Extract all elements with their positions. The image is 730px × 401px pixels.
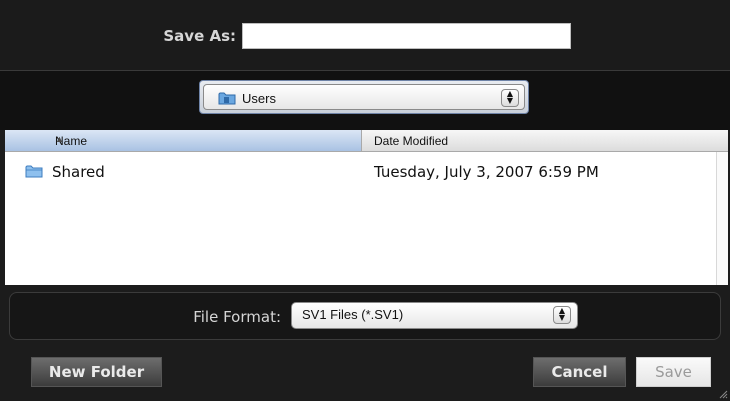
file-date-modified: Tuesday, July 3, 2007 6:59 PM [374,163,599,181]
column-header-name[interactable]: Name ▲ [5,130,362,152]
folder-icon [218,92,236,105]
file-format-popup[interactable]: SV1 Files (*.SV1) ▲ ▼ [291,302,578,329]
location-popup-field[interactable]: Users ▲ ▼ [203,84,525,110]
filename-input[interactable] [242,23,571,49]
file-format-label: File Format: [193,308,281,326]
column-header-date-modified[interactable]: Date Modified [362,130,716,152]
cancel-button[interactable]: Cancel [533,357,626,387]
location-label: Users [242,91,276,106]
file-browser: Name ▲ Date Modified Shared Tuesday, Jul… [5,130,728,285]
sort-ascending-icon: ▲ [55,134,64,144]
popup-stepper-icon: ▲ ▼ [501,89,519,107]
file-row[interactable]: Shared Tuesday, July 3, 2007 6:59 PM [5,160,728,184]
file-format-panel: File Format: SV1 Files (*.SV1) ▲ ▼ [9,292,721,340]
column-header-filler [716,130,728,152]
location-popup[interactable]: Users ▲ ▼ [199,80,529,114]
folder-icon [25,165,43,178]
scrollbar-track[interactable] [716,152,728,285]
resize-grip-icon[interactable] [718,389,728,399]
save-button[interactable]: Save [636,357,711,387]
save-as-label: Save As: [163,27,236,45]
file-format-value: SV1 Files (*.SV1) [302,307,404,322]
file-name: Shared [52,163,105,181]
column-date-label: Date Modified [374,134,449,148]
popup-stepper-icon: ▲ ▼ [553,306,571,324]
save-as-bar: Save As: [0,0,730,71]
new-folder-button[interactable]: New Folder [31,357,162,387]
